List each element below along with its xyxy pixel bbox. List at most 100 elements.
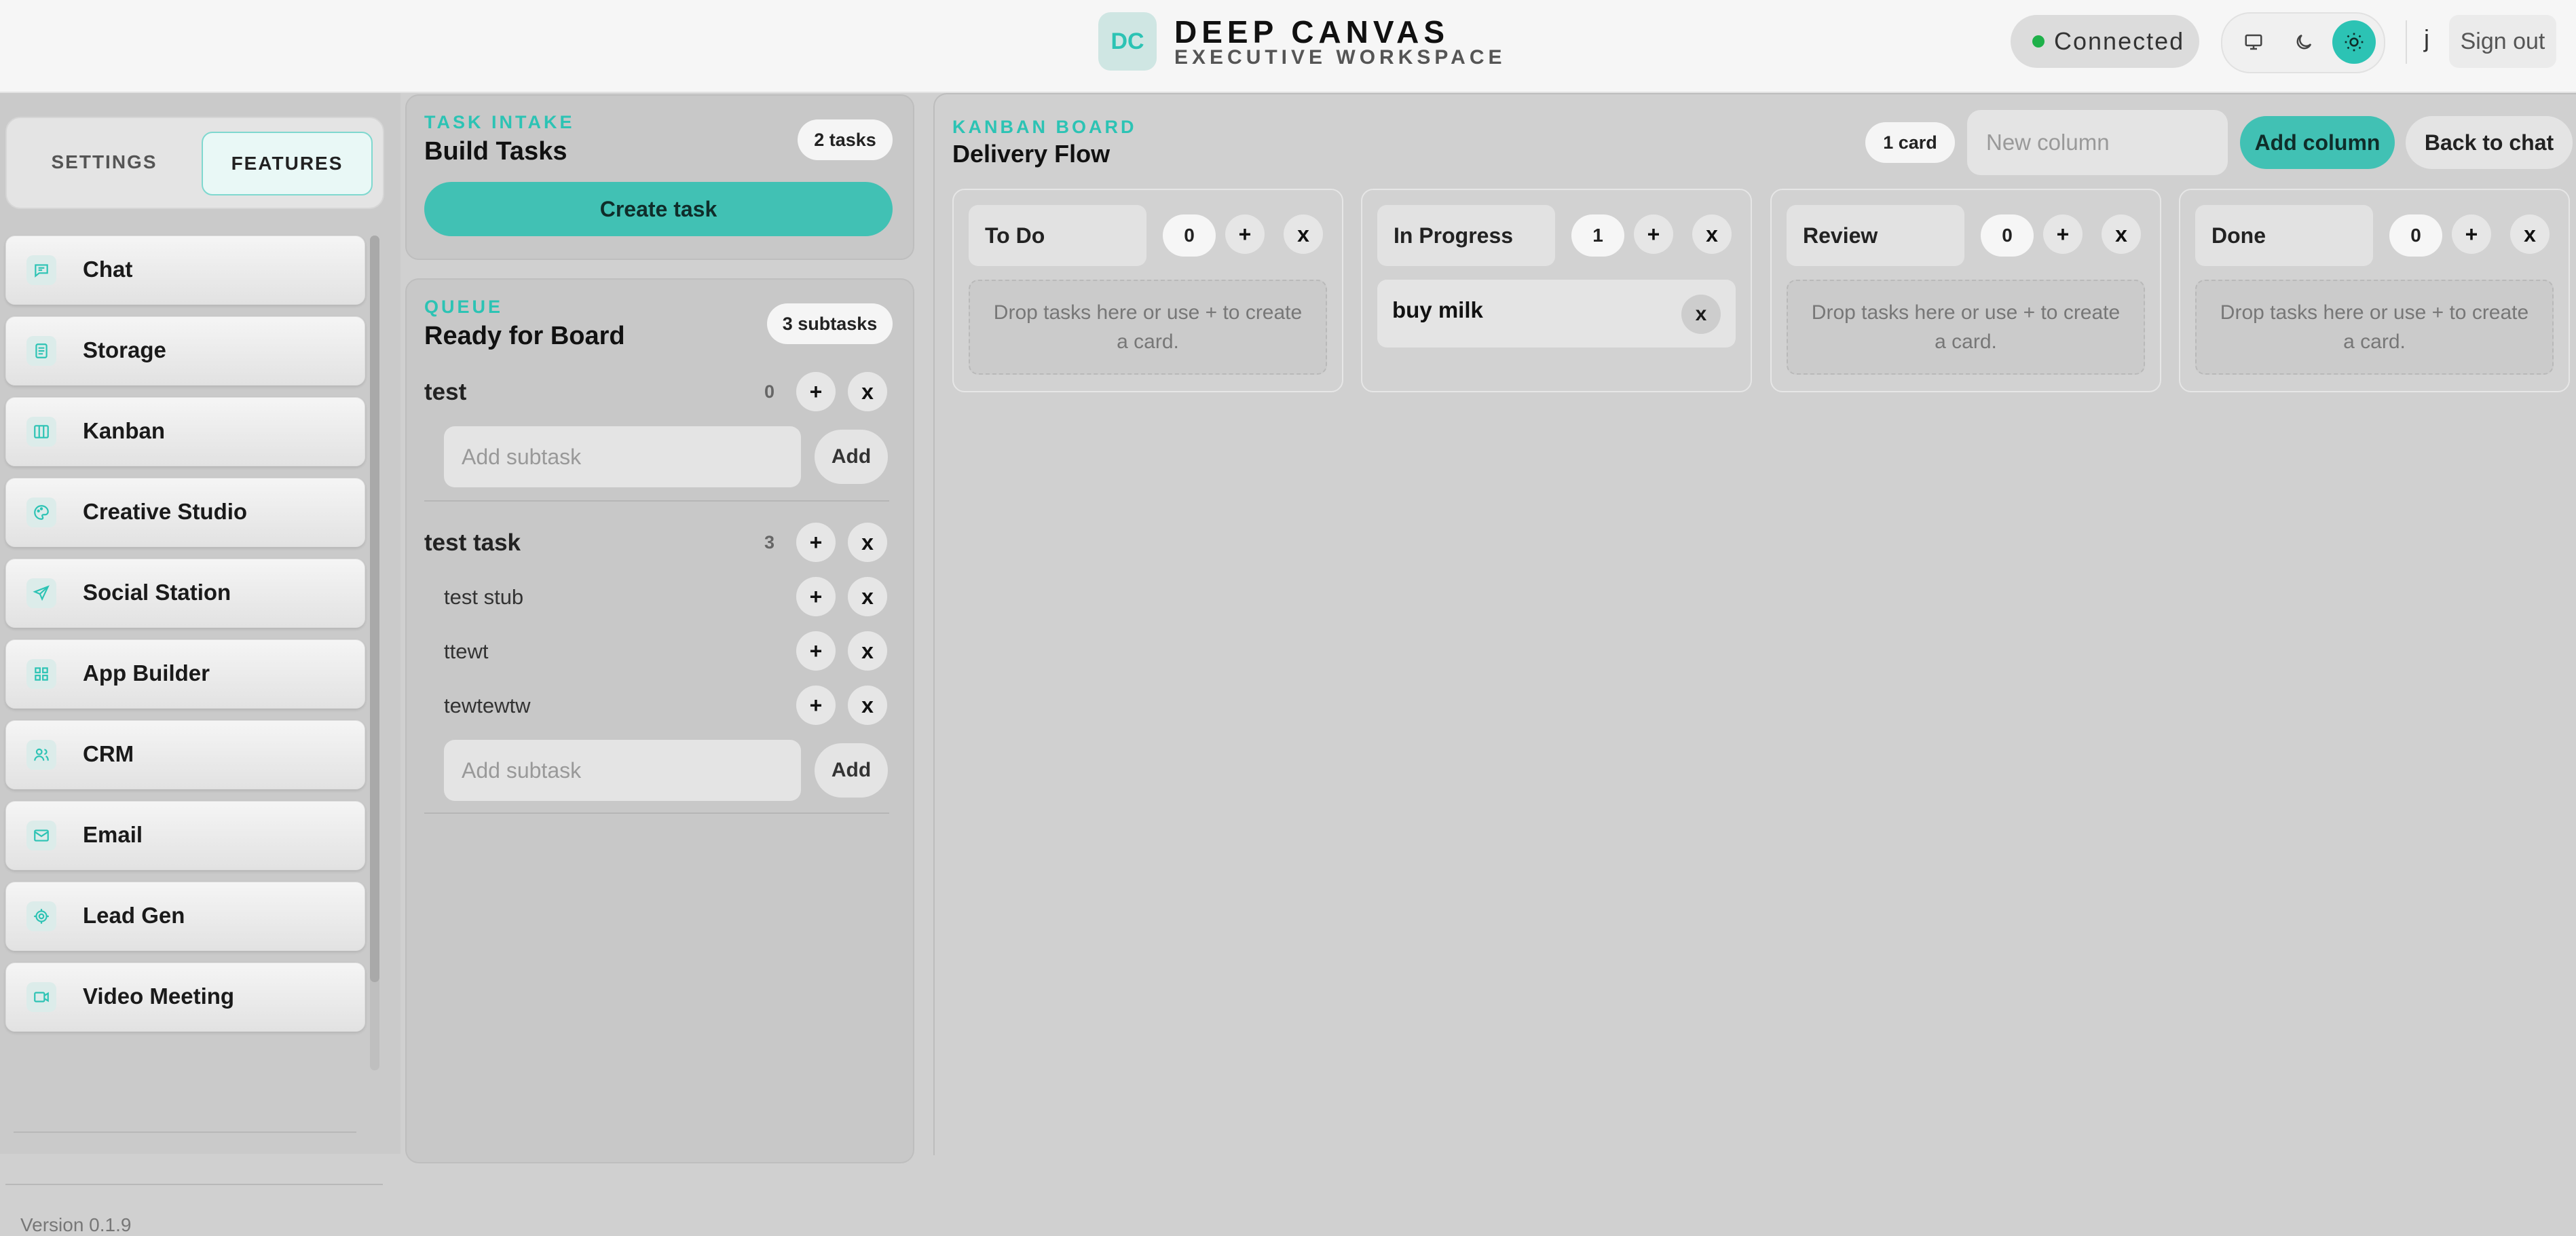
brand-title: DEEP CANVAS bbox=[1174, 14, 1450, 50]
add-card-button[interactable]: + bbox=[1225, 214, 1265, 254]
sign-out-button[interactable]: Sign out bbox=[2449, 15, 2556, 68]
drop-zone[interactable]: Drop tasks here or use + to create a car… bbox=[1787, 280, 2145, 375]
sidebar-item-label: App Builder bbox=[83, 660, 210, 686]
kanban-card[interactable]: buy milk x bbox=[1377, 280, 1736, 348]
user-avatar[interactable]: j bbox=[2424, 24, 2429, 53]
add-card-button[interactable]: + bbox=[2452, 214, 2491, 254]
video-icon bbox=[26, 982, 56, 1012]
delete-subtask-button[interactable]: x bbox=[848, 577, 887, 616]
add-subtask-plus-button[interactable]: + bbox=[796, 372, 836, 411]
header-divider bbox=[2406, 20, 2407, 64]
sidebar-item-label: Video Meeting bbox=[83, 984, 235, 1009]
queue-task-name: test bbox=[424, 379, 467, 405]
sun-icon[interactable] bbox=[2332, 20, 2376, 64]
sidebar-item-creative-studio[interactable]: Creative Studio bbox=[5, 478, 365, 547]
add-subtask-plus-button[interactable]: + bbox=[796, 523, 836, 562]
sidebar-scrollbar-thumb[interactable] bbox=[370, 236, 379, 982]
task-intake-title: Build Tasks bbox=[424, 137, 567, 166]
add-subtask-button[interactable]: Add bbox=[815, 430, 888, 484]
queue-task-subtask-count: 3 bbox=[764, 532, 775, 553]
column-name[interactable]: To Do bbox=[969, 205, 1146, 266]
queue-task-name: test task bbox=[424, 529, 521, 556]
subtask-count-badge: 3 subtasks bbox=[767, 303, 893, 344]
column-name[interactable]: In Progress bbox=[1377, 205, 1555, 266]
send-icon bbox=[26, 578, 56, 608]
theme-switcher bbox=[2221, 12, 2385, 73]
subtask-item: ttewt bbox=[444, 639, 489, 663]
app-version: Version 0.1.9 bbox=[20, 1214, 132, 1235]
sidebar-item-kanban[interactable]: Kanban bbox=[5, 397, 365, 466]
sidebar-item-storage[interactable]: Storage bbox=[5, 316, 365, 386]
subtask-item: test stub bbox=[444, 585, 524, 609]
kanban-title: Delivery Flow bbox=[952, 140, 1110, 168]
delete-column-button[interactable]: x bbox=[2102, 214, 2141, 254]
tab-features[interactable]: FEATURES bbox=[202, 132, 373, 195]
connection-status-badge: Connected bbox=[2011, 15, 2199, 68]
sidebar-item-chat[interactable]: Chat bbox=[5, 236, 365, 305]
column-name[interactable]: Done bbox=[2195, 205, 2373, 266]
delete-task-button[interactable]: x bbox=[848, 372, 887, 411]
column-count: 1 bbox=[1571, 214, 1624, 257]
delete-card-button[interactable]: x bbox=[1681, 295, 1721, 334]
delete-subtask-button[interactable]: x bbox=[848, 686, 887, 725]
subtask-input[interactable]: Add subtask bbox=[444, 426, 801, 487]
back-to-chat-button[interactable]: Back to chat bbox=[2406, 116, 2573, 169]
column-count: 0 bbox=[1163, 214, 1216, 257]
sidebar-item-video-meeting[interactable]: Video Meeting bbox=[5, 962, 365, 1032]
kanban-column-in-progress: In Progress 1 + x buy milk x bbox=[1361, 189, 1752, 392]
drop-zone[interactable]: Drop tasks here or use + to create a car… bbox=[969, 280, 1327, 375]
delete-column-button[interactable]: x bbox=[1692, 214, 1732, 254]
monitor-icon[interactable] bbox=[2232, 20, 2275, 64]
new-column-input[interactable]: New column bbox=[1967, 110, 2228, 175]
subtask-plus-button[interactable]: + bbox=[796, 577, 836, 616]
task-count-badge: 2 tasks bbox=[798, 119, 893, 160]
target-icon bbox=[26, 901, 56, 931]
grid-icon bbox=[26, 659, 56, 689]
delete-subtask-button[interactable]: x bbox=[848, 631, 887, 671]
card-count-badge: 1 card bbox=[1865, 122, 1955, 163]
sidebar-item-label: Chat bbox=[83, 257, 133, 282]
kanban-column-review: Review 0 + x Drop tasks here or use + to… bbox=[1770, 189, 2161, 392]
sidebar-divider bbox=[14, 1131, 356, 1133]
task-divider bbox=[424, 812, 889, 814]
delete-column-button[interactable]: x bbox=[2510, 214, 2550, 254]
delete-column-button[interactable]: x bbox=[1284, 214, 1323, 254]
sidebar-item-app-builder[interactable]: App Builder bbox=[5, 639, 365, 709]
sidebar-item-label: Lead Gen bbox=[83, 903, 185, 928]
kanban-column-done: Done 0 + x Drop tasks here or use + to c… bbox=[2179, 189, 2570, 392]
delete-task-button[interactable]: x bbox=[848, 523, 887, 562]
mail-icon bbox=[26, 821, 56, 850]
sidebar-item-email[interactable]: Email bbox=[5, 801, 365, 870]
sidebar: SETTINGS FEATURES Chat Storage Kanban Cr… bbox=[0, 93, 400, 1235]
logo-badge: DC bbox=[1098, 12, 1157, 71]
moon-icon[interactable] bbox=[2282, 20, 2326, 64]
subtask-item: tewtewtw bbox=[444, 694, 531, 717]
create-task-button[interactable]: Create task bbox=[424, 182, 893, 236]
add-card-button[interactable]: + bbox=[2043, 214, 2083, 254]
app-header: DC DEEP CANVAS EXECUTIVE WORKSPACE Conne… bbox=[0, 0, 2576, 93]
queue-eyebrow: QUEUE bbox=[424, 297, 504, 317]
column-name[interactable]: Review bbox=[1787, 205, 1964, 266]
add-subtask-button[interactable]: Add bbox=[815, 743, 888, 798]
sidebar-item-label: Email bbox=[83, 822, 143, 847]
add-card-button[interactable]: + bbox=[1634, 214, 1673, 254]
column-count: 0 bbox=[1981, 214, 2034, 257]
status-dot-icon bbox=[2032, 35, 2045, 48]
subtask-input[interactable]: Add subtask bbox=[444, 740, 801, 801]
card-title: buy milk bbox=[1392, 297, 1483, 322]
tab-settings[interactable]: SETTINGS bbox=[18, 132, 191, 193]
sidebar-item-lead-gen[interactable]: Lead Gen bbox=[5, 882, 365, 951]
chat-icon bbox=[26, 255, 56, 285]
add-column-button[interactable]: Add column bbox=[2240, 116, 2395, 169]
sidebar-item-crm[interactable]: CRM bbox=[5, 720, 365, 789]
sidebar-item-social-station[interactable]: Social Station bbox=[5, 559, 365, 628]
subtask-plus-button[interactable]: + bbox=[796, 686, 836, 725]
storage-icon bbox=[26, 336, 56, 366]
drop-zone[interactable]: Drop tasks here or use + to create a car… bbox=[2195, 280, 2554, 375]
queue-task-subtask-count: 0 bbox=[764, 381, 775, 402]
kanban-column-todo: To Do 0 + x Drop tasks here or use + to … bbox=[952, 189, 1343, 392]
users-icon bbox=[26, 740, 56, 770]
sidebar-item-label: Creative Studio bbox=[83, 499, 248, 524]
palette-icon bbox=[26, 498, 56, 527]
subtask-plus-button[interactable]: + bbox=[796, 631, 836, 671]
